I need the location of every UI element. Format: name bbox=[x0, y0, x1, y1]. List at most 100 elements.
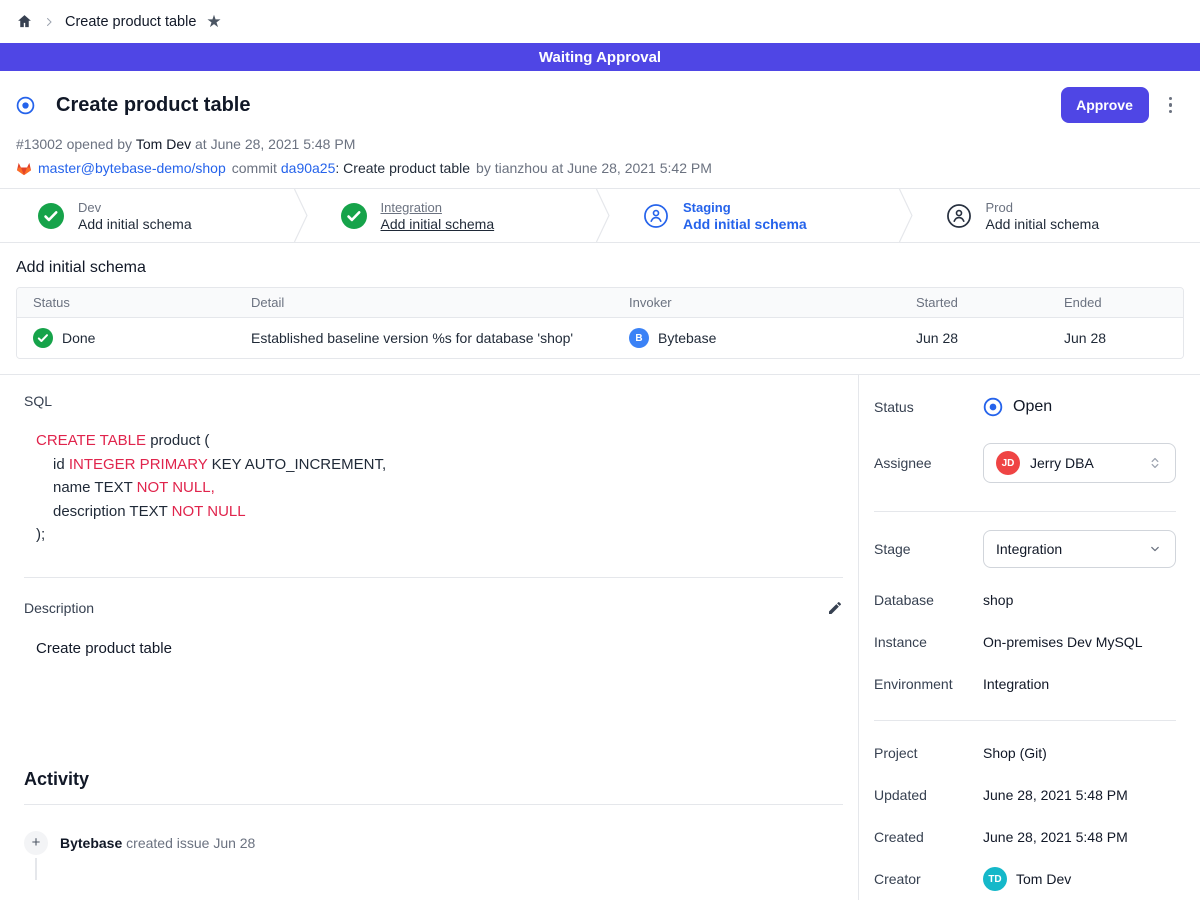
page-title: Create product table bbox=[56, 94, 250, 117]
created-value: June 28, 2021 5:48 PM bbox=[983, 829, 1128, 845]
creator-row: Creator TD Tom Dev bbox=[874, 867, 1176, 891]
activity-heading: Activity bbox=[24, 769, 843, 790]
stage-task-label: Add initial schema bbox=[986, 216, 1100, 232]
check-circle-icon bbox=[341, 203, 367, 229]
pipeline: Dev Add initial schema Integration Add i… bbox=[0, 188, 1200, 243]
environment-row: Environment Integration bbox=[874, 676, 1176, 692]
issue-number: #13002 opened by bbox=[16, 136, 132, 152]
main-content: SQL CREATE TABLE product ( id INTEGER PR… bbox=[0, 374, 1200, 900]
activity-item: + Bytebase created issue Jun 28 bbox=[24, 831, 843, 855]
stage-prod[interactable]: Prod Add initial schema bbox=[924, 189, 1200, 242]
stage-env-label: Prod bbox=[986, 200, 1100, 215]
avatar: JD bbox=[996, 451, 1020, 475]
task-detail: Established baseline version %s for data… bbox=[235, 320, 613, 356]
assignee-row: Assignee JD Jerry DBA bbox=[874, 443, 1176, 483]
activity-timeline-line bbox=[35, 858, 37, 880]
breadcrumb: Create product table ★ bbox=[0, 0, 1200, 43]
instance-label: Instance bbox=[874, 634, 983, 650]
divider bbox=[24, 804, 843, 805]
sql-text: ); bbox=[36, 526, 45, 543]
more-options-icon[interactable] bbox=[1165, 93, 1177, 118]
stage-label: Stage bbox=[874, 541, 983, 557]
task-started: Jun 28 bbox=[900, 320, 1048, 356]
stage-dev[interactable]: Dev Add initial schema bbox=[0, 189, 293, 242]
breadcrumb-page-title: Create product table bbox=[65, 14, 196, 30]
sql-keyword: INTEGER PRIMARY bbox=[69, 456, 208, 473]
assignee-name: Jerry DBA bbox=[1030, 455, 1137, 471]
avatar: TD bbox=[983, 867, 1007, 891]
stage-staging[interactable]: Staging Add initial schema bbox=[621, 189, 898, 242]
divider bbox=[874, 511, 1176, 512]
edit-pencil-icon[interactable] bbox=[827, 600, 843, 616]
col-detail: Detail bbox=[235, 288, 613, 317]
activity-actor: Bytebase bbox=[60, 835, 122, 851]
environment-value: Integration bbox=[983, 676, 1049, 692]
divider bbox=[874, 720, 1176, 721]
left-column: SQL CREATE TABLE product ( id INTEGER PR… bbox=[0, 375, 858, 900]
sql-text: id bbox=[53, 456, 69, 473]
divider bbox=[24, 577, 843, 578]
sql-keyword: NOT NULL, bbox=[137, 479, 215, 496]
creator-label: Creator bbox=[874, 871, 983, 887]
favorite-star-icon[interactable]: ★ bbox=[206, 13, 221, 30]
check-circle-icon bbox=[38, 203, 64, 229]
description-content: Create product table bbox=[36, 640, 843, 657]
sql-text: description TEXT bbox=[53, 503, 172, 520]
created-label: Created bbox=[874, 829, 983, 845]
database-value: shop bbox=[983, 592, 1013, 608]
chevron-down-icon bbox=[1147, 541, 1163, 557]
sql-keyword: NOT NULL bbox=[172, 503, 246, 520]
col-status: Status bbox=[17, 288, 235, 317]
database-label: Database bbox=[874, 592, 983, 608]
home-icon[interactable] bbox=[16, 13, 33, 30]
assignee-pending-icon bbox=[643, 203, 669, 229]
issue-author: Tom Dev bbox=[136, 136, 191, 152]
assignee-select[interactable]: JD Jerry DBA bbox=[983, 443, 1176, 483]
gitlab-icon bbox=[16, 161, 32, 176]
project-value: Shop (Git) bbox=[983, 745, 1047, 761]
updated-row: Updated June 28, 2021 5:48 PM bbox=[874, 787, 1176, 803]
project-label: Project bbox=[874, 745, 983, 761]
avatar: B bbox=[629, 328, 649, 348]
project-row: Project Shop (Git) bbox=[874, 745, 1176, 761]
sql-section-label: SQL bbox=[24, 393, 843, 409]
sql-keyword: CREATE TABLE bbox=[36, 432, 146, 449]
col-started: Started bbox=[900, 288, 1048, 317]
stage-select[interactable]: Integration bbox=[983, 530, 1176, 568]
plus-icon: + bbox=[24, 831, 48, 855]
assignee-label: Assignee bbox=[874, 455, 983, 471]
task-status: Done bbox=[62, 330, 95, 346]
description-label: Description bbox=[24, 600, 94, 616]
issue-meta: #13002 opened by Tom Dev at June 28, 202… bbox=[16, 136, 1176, 152]
approve-button[interactable]: Approve bbox=[1061, 87, 1149, 123]
assignee-pending-icon bbox=[946, 203, 972, 229]
git-commit-word: commit bbox=[232, 160, 277, 176]
updated-label: Updated bbox=[874, 787, 983, 803]
stage-task-label: Add initial schema bbox=[683, 216, 807, 232]
stage-separator bbox=[595, 189, 621, 242]
sql-text: product ( bbox=[146, 432, 209, 449]
git-branch-link[interactable]: master@bytebase-demo/shop bbox=[38, 160, 226, 176]
git-commit-title: : Create product table bbox=[335, 160, 470, 176]
git-sha-link[interactable]: da90a25 bbox=[281, 160, 336, 176]
stage-task-label: Add initial schema bbox=[78, 216, 192, 232]
activity-action: created issue Jun 28 bbox=[122, 835, 255, 851]
stage-task-label: Add initial schema bbox=[381, 216, 495, 232]
task-ended: Jun 28 bbox=[1048, 320, 1183, 356]
stage-separator bbox=[293, 189, 319, 242]
status-label: Status bbox=[874, 399, 983, 415]
issue-open-icon bbox=[16, 96, 35, 115]
stage-env-label: Staging bbox=[683, 200, 807, 215]
creator-name: Tom Dev bbox=[1016, 871, 1071, 887]
stage-separator bbox=[898, 189, 924, 242]
stage-env-label: Integration bbox=[381, 200, 495, 215]
issue-header: Create product table Approve #13002 open… bbox=[0, 71, 1200, 188]
instance-row: Instance On-premises Dev MySQL bbox=[874, 634, 1176, 650]
database-row: Database shop bbox=[874, 592, 1176, 608]
table-row: Done Established baseline version %s for… bbox=[17, 318, 1183, 358]
sql-text: name TEXT bbox=[53, 479, 137, 496]
stage-integration[interactable]: Integration Add initial schema bbox=[319, 189, 596, 242]
sql-text: KEY AUTO_INCREMENT, bbox=[207, 456, 386, 473]
environment-label: Environment bbox=[874, 676, 983, 692]
git-commit-line: master@bytebase-demo/shop commit da90a25… bbox=[16, 160, 1176, 176]
